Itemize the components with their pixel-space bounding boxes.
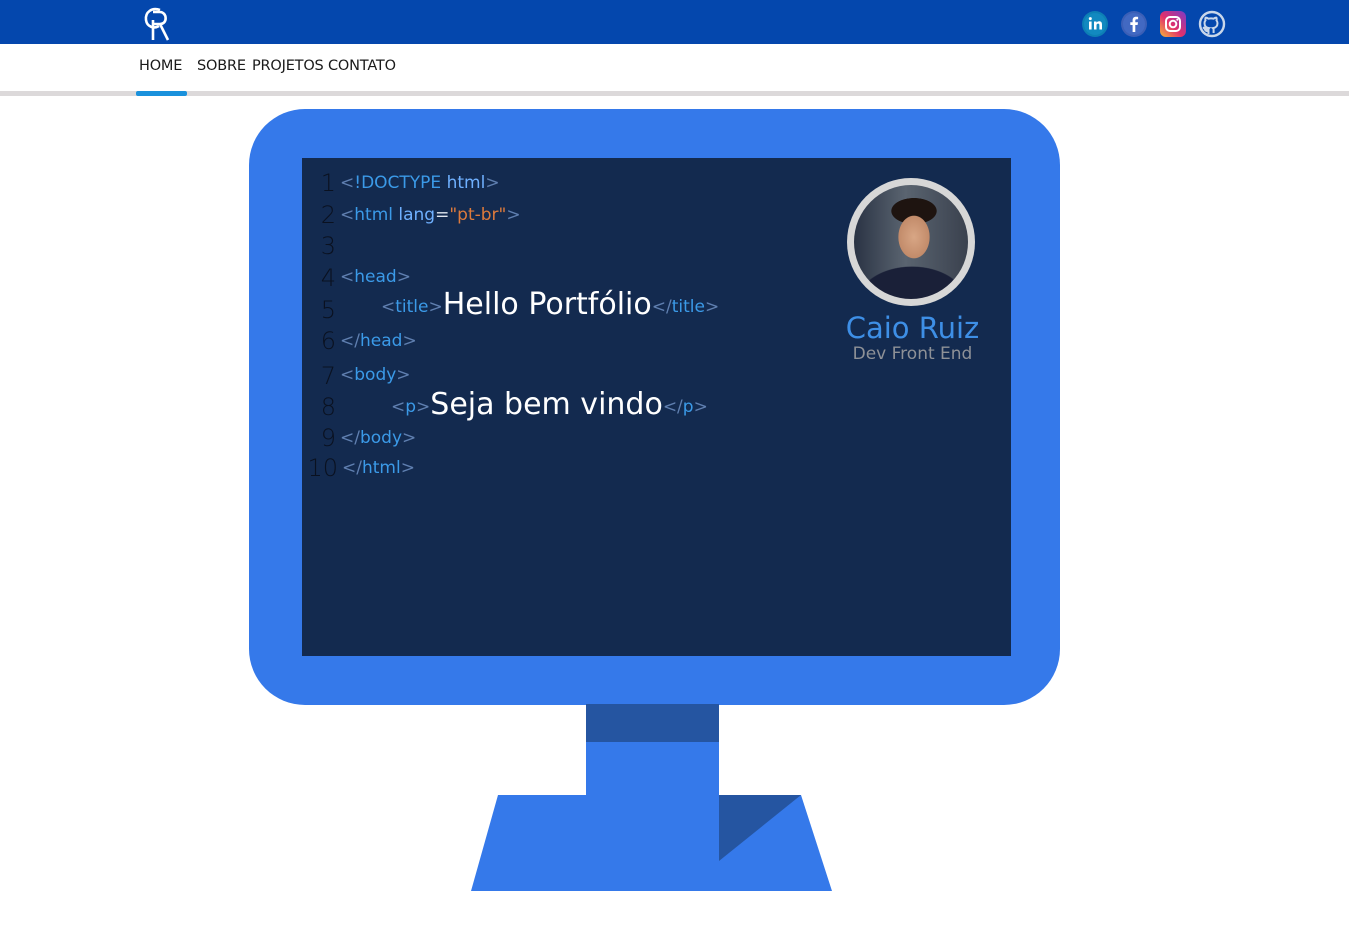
head-tag-close: head (359, 331, 403, 351)
line-number: 6 (320, 327, 336, 355)
doctype-keyword: !DOCTYPE (354, 173, 442, 193)
title-tag-open: title (395, 297, 429, 317)
body-tag: body (354, 365, 397, 385)
code-line-doctype: <!DOCTYPE html> (340, 173, 500, 193)
title-text: Hello Portfólio (442, 287, 652, 322)
p-tag-open: p (405, 397, 417, 417)
code-line-paragraph: <p>Seja bem vindo</p> (391, 387, 708, 422)
code-line-head-open: <head> (340, 267, 411, 287)
code-line-html-close: </html> (342, 458, 415, 478)
profile-name: Caio Ruiz (845, 311, 980, 345)
lang-eq: = (435, 205, 450, 225)
title-tag-close: title (671, 297, 705, 317)
lang-attr: lang (398, 205, 436, 225)
line-number: 7 (320, 362, 336, 390)
lang-value: "pt-br" (449, 205, 507, 225)
code-line-title: <title>Hello Portfólio</title> (381, 287, 720, 322)
line-number: 5 (320, 296, 336, 324)
line-number: 9 (320, 424, 336, 452)
head-tag: head (354, 267, 397, 287)
paragraph-text: Seja bem vindo (430, 387, 663, 422)
code-line-body-close: </body> (340, 428, 417, 448)
code-line-html-open: <html lang="pt-br"> (340, 205, 521, 225)
doctype-value: html (446, 173, 486, 193)
line-number: 10 (307, 454, 338, 482)
line-number: 8 (320, 393, 336, 421)
body-tag-close: body (359, 428, 403, 448)
line-number: 2 (320, 201, 336, 229)
line-number: 1 (320, 169, 336, 197)
avatar (854, 185, 968, 299)
code-line-head-close: </head> (340, 331, 417, 351)
html-tag-close: html (361, 458, 401, 478)
html-tag: html (354, 205, 393, 225)
p-tag-close: p (682, 397, 694, 417)
line-number: 4 (320, 264, 336, 292)
profile-role: Dev Front End (852, 344, 973, 364)
line-number: 3 (320, 232, 336, 260)
code-line-body-open: <body> (340, 365, 411, 385)
